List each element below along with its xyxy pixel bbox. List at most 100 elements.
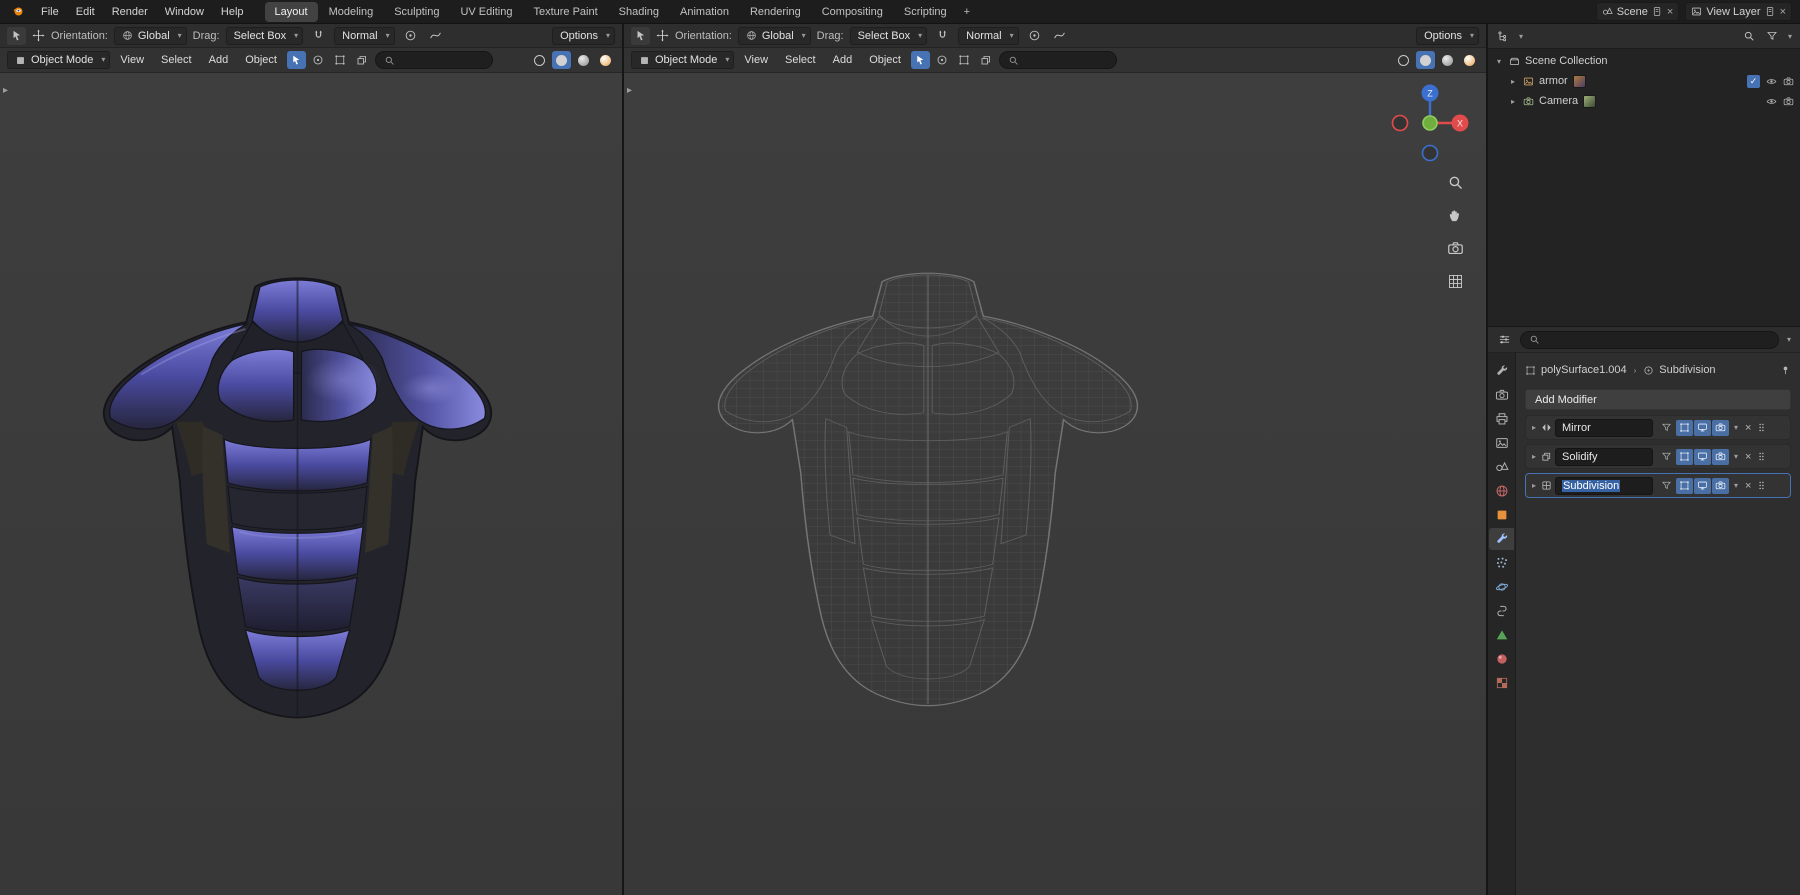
viewport-search[interactable] xyxy=(998,51,1117,69)
modifier-extras-icon[interactable]: ▾ xyxy=(1732,452,1740,461)
expand-icon[interactable]: ▸ xyxy=(1530,452,1538,461)
modifier-panel-solidify[interactable]: ▸ Solidify ▾ × xyxy=(1525,444,1791,469)
add-workspace-button[interactable]: + xyxy=(958,6,976,18)
shading-solid-icon[interactable] xyxy=(552,51,571,69)
outliner-filter-icon[interactable] xyxy=(1763,27,1782,45)
add-menu[interactable]: Add xyxy=(826,52,860,68)
xray-toggle-icon[interactable] xyxy=(977,51,996,69)
menu-file[interactable]: File xyxy=(33,3,67,21)
tab-scene[interactable] xyxy=(1489,456,1514,478)
toolbar-expand-icon[interactable]: ▸ xyxy=(627,85,632,96)
tab-material[interactable] xyxy=(1489,648,1514,670)
breadcrumb-active-modifier[interactable]: Subdivision xyxy=(1659,364,1715,376)
breadcrumb-object-name[interactable]: polySurface1.004 xyxy=(1541,364,1627,376)
remove-view-layer-icon[interactable]: × xyxy=(1780,6,1786,18)
orientation-dropdown[interactable]: Global xyxy=(737,26,811,45)
object-name[interactable]: armor xyxy=(1539,75,1568,87)
viewport-canvas-wireframe[interactable]: ▸ Z X xyxy=(624,73,1486,895)
ortho-grid-icon[interactable] xyxy=(1444,270,1466,292)
selectability-icon[interactable] xyxy=(910,51,930,69)
add-modifier-button[interactable]: Add Modifier xyxy=(1525,389,1791,410)
view-layer-selector[interactable]: View Layer × xyxy=(1685,2,1792,21)
shading-material-icon[interactable] xyxy=(574,51,593,69)
render-visibility-icon[interactable] xyxy=(1783,76,1794,87)
expand-icon[interactable]: ▸ xyxy=(1530,481,1538,490)
outliner-row-camera[interactable]: ▸ Camera xyxy=(1488,91,1800,111)
select-menu[interactable]: Select xyxy=(778,52,823,68)
view-menu[interactable]: View xyxy=(113,52,151,68)
menu-help[interactable]: Help xyxy=(213,3,252,21)
collection-name[interactable]: Scene Collection xyxy=(1525,55,1608,67)
properties-search[interactable] xyxy=(1520,330,1779,349)
gizmo-toggle-icon[interactable] xyxy=(933,51,952,69)
delete-modifier-icon[interactable]: × xyxy=(1743,422,1753,434)
vertex-group-toggle-icon[interactable] xyxy=(1658,449,1675,465)
render-visibility-icon[interactable] xyxy=(1783,96,1794,107)
falloff-curve-icon[interactable] xyxy=(426,27,445,45)
shading-material-icon[interactable] xyxy=(1438,51,1457,69)
move-tool-icon[interactable] xyxy=(32,29,45,42)
outliner-row-armor[interactable]: ▸ armor ✓ xyxy=(1488,71,1800,91)
delete-modifier-icon[interactable]: × xyxy=(1743,451,1753,463)
modifier-name-field[interactable]: Mirror xyxy=(1555,418,1654,437)
hide-eye-icon[interactable] xyxy=(1766,76,1777,87)
vertex-group-toggle-icon[interactable] xyxy=(1658,478,1675,494)
workspace-tab-shading[interactable]: Shading xyxy=(609,2,669,22)
object-menu[interactable]: Object xyxy=(238,52,284,68)
falloff-curve-icon[interactable] xyxy=(1050,27,1069,45)
shading-rendered-icon[interactable] xyxy=(596,51,615,69)
mode-dropdown[interactable]: Object Mode xyxy=(631,51,735,69)
editor-type-chevron-icon[interactable]: ▾ xyxy=(1517,32,1525,41)
workspace-tab-modeling[interactable]: Modeling xyxy=(319,2,384,22)
snap-magnet-icon[interactable] xyxy=(309,27,328,45)
viewport-canvas-shaded[interactable]: ▸ xyxy=(0,73,622,895)
modifier-extras-icon[interactable]: ▾ xyxy=(1732,481,1740,490)
orientation-dropdown[interactable]: Global xyxy=(113,26,187,45)
tab-particles[interactable] xyxy=(1489,552,1514,574)
drag-dropdown[interactable]: Select Box xyxy=(225,26,304,45)
select-menu[interactable]: Select xyxy=(154,52,199,68)
active-tool-icon[interactable] xyxy=(7,26,26,45)
overlay-toggle-icon[interactable] xyxy=(331,51,350,69)
expand-icon[interactable]: ▸ xyxy=(1508,77,1518,86)
render-toggle-icon[interactable] xyxy=(1712,419,1730,436)
workspace-tab-compositing[interactable]: Compositing xyxy=(812,2,893,22)
toolbar-expand-icon[interactable]: ▸ xyxy=(3,85,8,96)
menu-render[interactable]: Render xyxy=(104,3,156,21)
modifier-panel-subdivision[interactable]: ▸ Subdivision ▾ × xyxy=(1525,473,1791,498)
properties-options-chevron-icon[interactable]: ▾ xyxy=(1785,335,1793,344)
new-view-layer-icon[interactable] xyxy=(1765,6,1776,17)
viewport-search-input[interactable] xyxy=(1022,54,1108,66)
tab-output[interactable] xyxy=(1489,408,1514,430)
proportional-edit-icon[interactable] xyxy=(401,27,420,45)
scene-selector[interactable]: Scene × xyxy=(1595,2,1680,21)
new-scene-icon[interactable] xyxy=(1652,6,1663,17)
workspace-tab-rendering[interactable]: Rendering xyxy=(740,2,811,22)
zoom-icon[interactable] xyxy=(1444,171,1466,193)
realtime-toggle-icon[interactable] xyxy=(1694,419,1712,436)
active-tool-icon[interactable] xyxy=(631,26,650,45)
drag-handle-icon[interactable] xyxy=(1756,422,1767,433)
pin-icon[interactable] xyxy=(1780,365,1791,376)
shading-solid-icon[interactable] xyxy=(1416,51,1435,69)
outliner-editor-type-icon[interactable] xyxy=(1494,27,1513,45)
selectable-checkbox[interactable]: ✓ xyxy=(1747,74,1760,88)
tab-modifiers[interactable] xyxy=(1489,528,1514,550)
hide-eye-icon[interactable] xyxy=(1766,96,1777,107)
camera-view-icon[interactable] xyxy=(1444,237,1466,259)
tab-constraints[interactable] xyxy=(1489,600,1514,622)
expand-icon[interactable]: ▾ xyxy=(1494,57,1504,66)
filter-chevron-icon[interactable]: ▾ xyxy=(1786,32,1794,41)
options-dropdown[interactable]: Options xyxy=(552,26,615,45)
object-name[interactable]: Camera xyxy=(1539,95,1578,107)
realtime-toggle-icon[interactable] xyxy=(1694,448,1712,465)
expand-icon[interactable]: ▸ xyxy=(1530,423,1538,432)
tab-world[interactable] xyxy=(1489,480,1514,502)
workspace-tab-scripting[interactable]: Scripting xyxy=(894,2,957,22)
realtime-toggle-icon[interactable] xyxy=(1694,477,1712,494)
view-menu[interactable]: View xyxy=(737,52,775,68)
menu-edit[interactable]: Edit xyxy=(68,3,103,21)
render-toggle-icon[interactable] xyxy=(1712,448,1730,465)
tab-physics[interactable] xyxy=(1489,576,1514,598)
workspace-tab-layout[interactable]: Layout xyxy=(264,1,318,22)
